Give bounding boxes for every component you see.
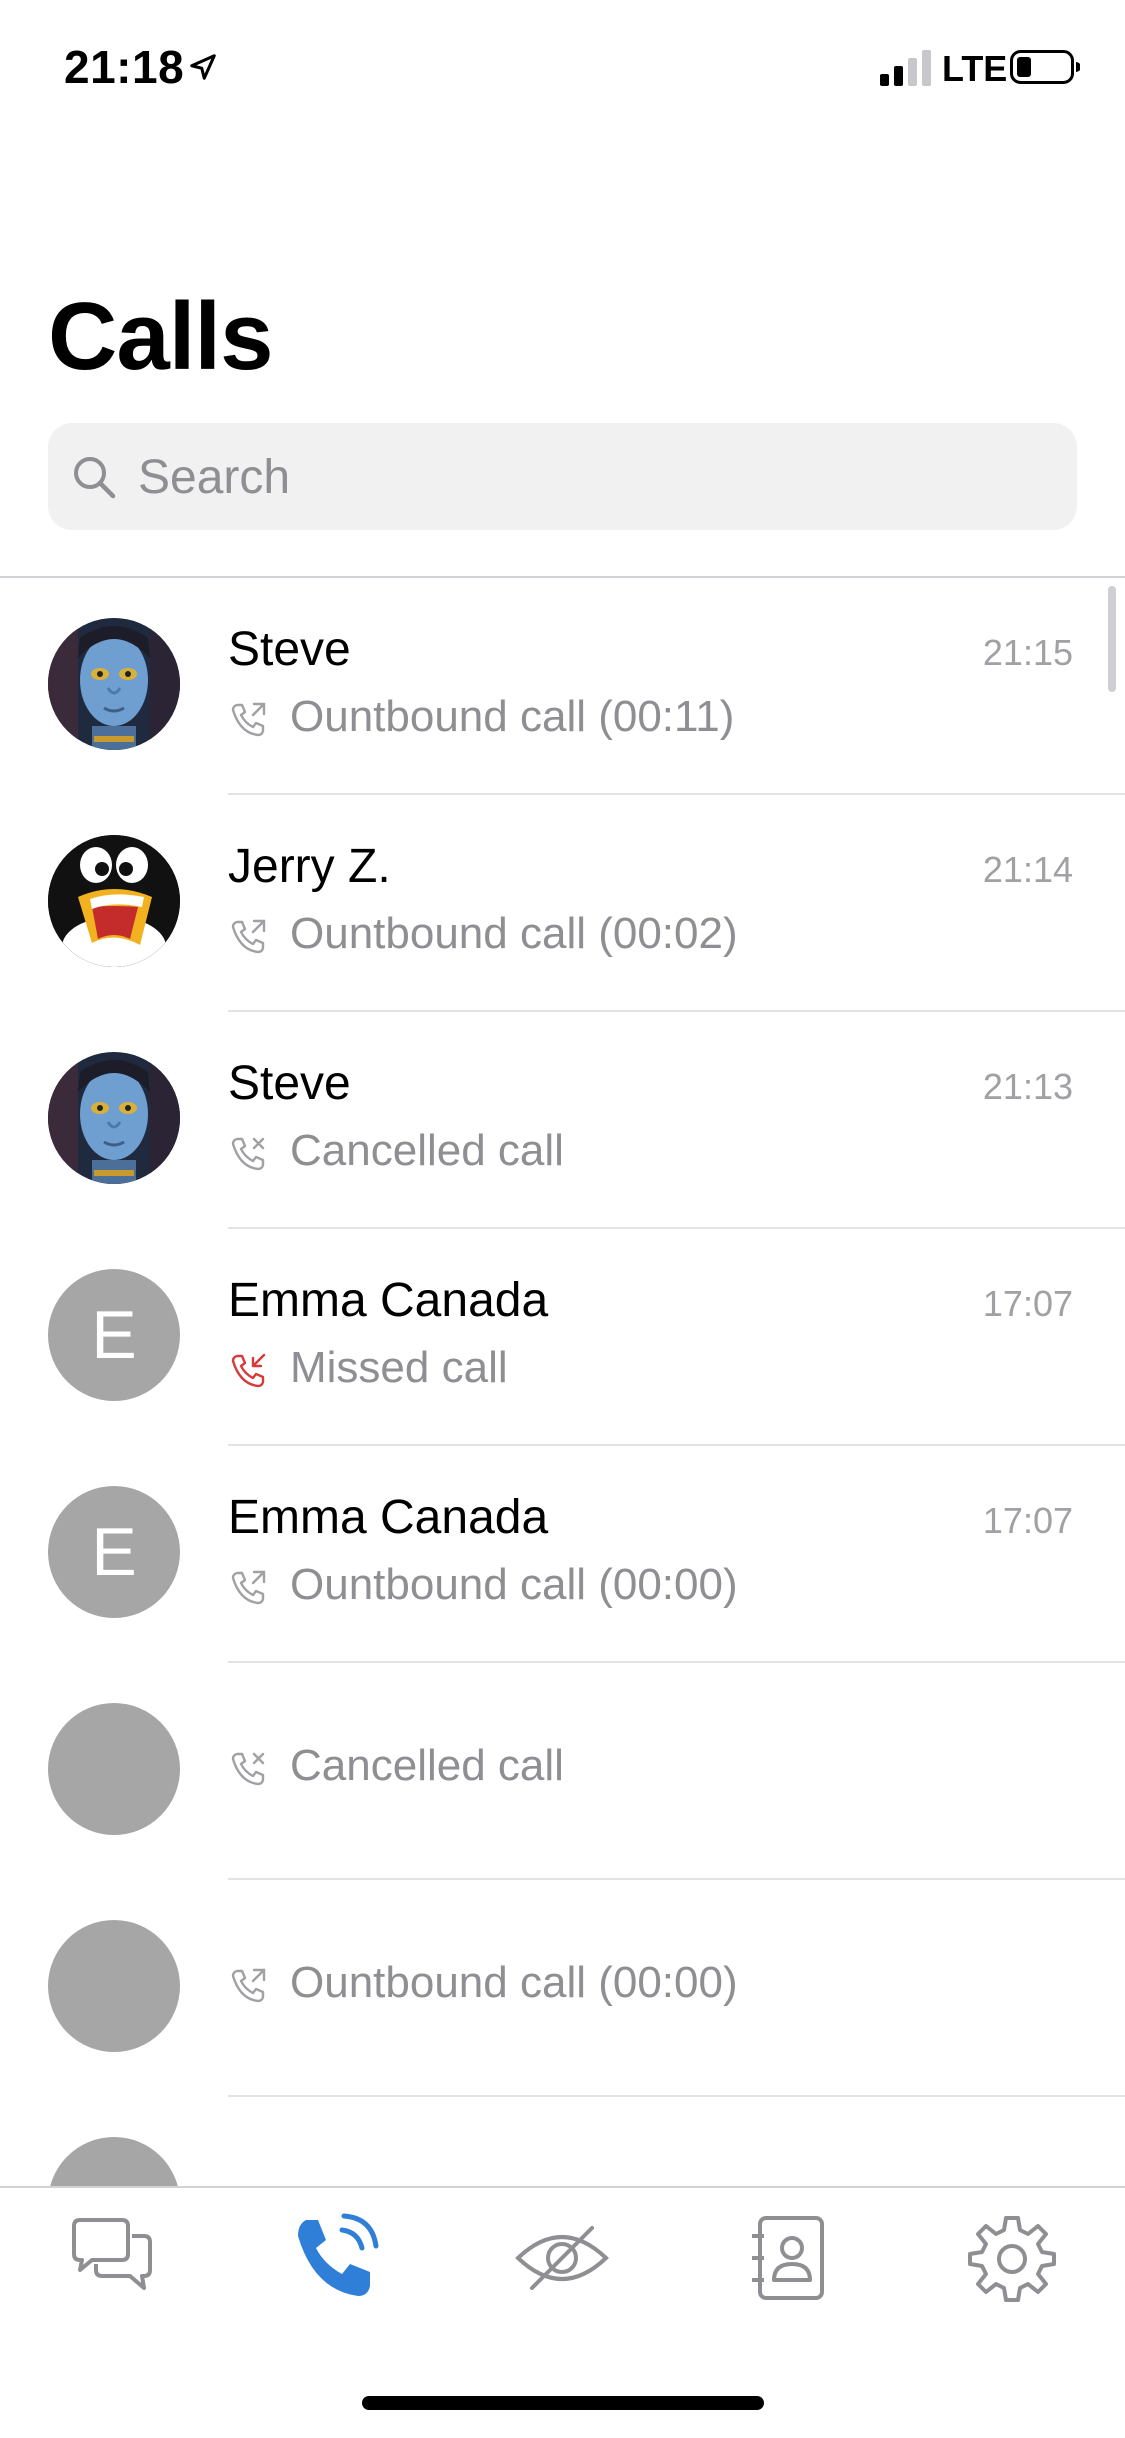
outgoing-call-icon xyxy=(231,1968,266,2003)
scroll-indicator[interactable] xyxy=(1108,586,1116,692)
avatar-initial[interactable]: E xyxy=(48,1269,180,1401)
call-status: Ountbound call (00:00) xyxy=(290,1958,738,2007)
call-list[interactable]: Steve 21:15 Ountbound call (00:11) Jerry… xyxy=(0,578,1125,2186)
call-row[interactable]: Steve 21:15 Ountbound call (00:11) xyxy=(0,578,1125,795)
tab-contacts[interactable] xyxy=(738,2208,838,2308)
call-status: Cancelled call xyxy=(290,1741,564,1790)
status-bar: 21:18 LTE xyxy=(0,0,1125,140)
avatar-penguin[interactable] xyxy=(48,835,180,967)
status-time: 21:18 xyxy=(64,41,185,93)
eye-slash-icon xyxy=(515,2226,609,2290)
search-bar[interactable] xyxy=(48,423,1077,532)
call-time: 21:13 xyxy=(982,1066,1073,1107)
page-title: Calls xyxy=(48,283,273,390)
outgoing-call-icon xyxy=(231,919,266,954)
tab-chats[interactable] xyxy=(62,2208,162,2308)
contact-name: Emma Canada xyxy=(228,1491,549,1544)
search-icon xyxy=(74,457,116,499)
call-row[interactable]: Ountbound call (00:00) xyxy=(0,1880,1125,2097)
network-type: LTE xyxy=(942,48,1008,89)
call-row[interactable]: Cancelled call xyxy=(0,1663,1125,1880)
avatar-alien[interactable] xyxy=(48,1052,180,1184)
contacts-icon xyxy=(752,2216,824,2300)
penguin-image xyxy=(48,835,180,967)
home-indicator[interactable] xyxy=(362,2396,764,2410)
search-input[interactable] xyxy=(136,423,1040,532)
outgoing-call-icon xyxy=(231,1570,266,1605)
call-status: Ountbound call (00:11) xyxy=(290,692,735,741)
cancelled-call-icon xyxy=(231,1137,265,1171)
contact-name: Emma Canada xyxy=(228,1274,549,1327)
battery-icon xyxy=(1010,50,1080,84)
gear-icon xyxy=(968,2216,1056,2302)
avatar-letter: E xyxy=(91,1297,137,1373)
avatar-placeholder[interactable] xyxy=(48,1920,180,2052)
call-row[interactable]: E Emma Canada 17:07 Ountbound call (00:0… xyxy=(0,1446,1125,1663)
call-status: Ountbound call (00:02) xyxy=(290,909,738,958)
outgoing-call-icon xyxy=(231,702,266,737)
avatar-letter: E xyxy=(91,1514,137,1590)
signal-strength-icon xyxy=(880,50,931,86)
tab-private[interactable] xyxy=(512,2208,612,2308)
call-status: Cancelled call xyxy=(290,1126,564,1175)
call-row[interactable]: Jerry Z. 21:14 Ountbound call (00:02) xyxy=(0,795,1125,1012)
avatar-placeholder[interactable] xyxy=(48,2137,180,2186)
call-time: 21:15 xyxy=(982,632,1073,673)
avatar-placeholder[interactable] xyxy=(48,1703,180,1835)
cancelled-call-icon xyxy=(231,1752,265,1786)
phone-icon xyxy=(298,2213,379,2296)
contact-name: Steve xyxy=(228,623,351,676)
alien-portrait-image xyxy=(48,618,180,750)
alien-portrait-image xyxy=(48,1052,180,1184)
call-time: 17:07 xyxy=(982,1283,1073,1324)
call-time: 21:14 xyxy=(982,849,1073,890)
tab-calls[interactable] xyxy=(286,2208,386,2308)
location-arrow-icon xyxy=(190,54,216,80)
call-status: Missed call xyxy=(290,1343,508,1392)
call-row[interactable] xyxy=(0,2097,1125,2186)
missed-call-icon xyxy=(231,1353,266,1388)
chat-bubbles-icon xyxy=(72,2218,152,2290)
call-row[interactable]: Steve 21:13 Cancelled call xyxy=(0,1012,1125,1229)
tab-settings[interactable] xyxy=(962,2208,1062,2308)
contact-name: Jerry Z. xyxy=(228,840,391,893)
call-status: Ountbound call (00:00) xyxy=(290,1560,738,1609)
contact-name: Steve xyxy=(228,1057,351,1110)
avatar-initial[interactable]: E xyxy=(48,1486,180,1618)
call-time: 17:07 xyxy=(982,1500,1073,1541)
avatar-alien[interactable] xyxy=(48,618,180,750)
call-row[interactable]: E Emma Canada 17:07 Missed call xyxy=(0,1229,1125,1446)
